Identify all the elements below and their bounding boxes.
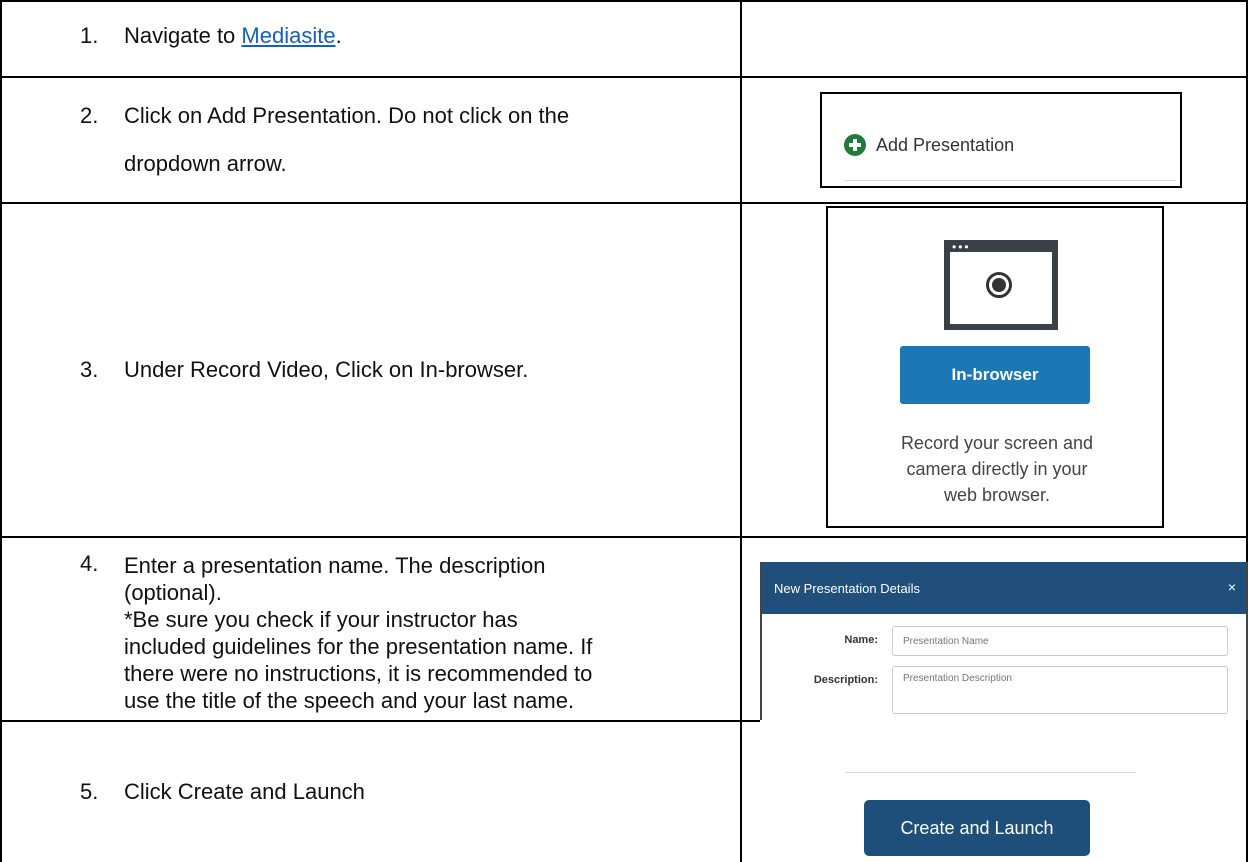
table-row-divider [0, 536, 1248, 538]
name-label: Name: [844, 634, 878, 646]
table-border-top [0, 0, 1248, 2]
close-icon[interactable]: × [1228, 579, 1236, 595]
in-browser-screenshot: ••• In-browser Record your screen and ca… [826, 206, 1164, 528]
in-browser-description: Record your screen and camera directly i… [848, 430, 1146, 508]
step-text: Enter a presentation name. The descripti… [124, 552, 724, 714]
description-line: camera directly in your [906, 459, 1088, 479]
step-text-line: *Be sure you check if your instructor ha… [124, 607, 518, 632]
step-number: 4. [80, 551, 99, 576]
step-text-line: Enter a presentation name. The descripti… [124, 553, 546, 578]
description-line: web browser. [943, 485, 1051, 505]
plus-circle-icon [844, 134, 866, 156]
dialog-title: New Presentation Details [774, 581, 920, 596]
step-text-line: use the title of the speech and your las… [124, 688, 575, 713]
step-text-line: there were no instructions, it is recomm… [124, 661, 593, 686]
step-text: Click Create and Launch [124, 779, 365, 804]
step-text: Under Record Video, Click on In-browser. [124, 357, 529, 382]
table-row-divider [0, 76, 1248, 78]
step-number: 2. [80, 103, 99, 128]
description-label: Description: [813, 674, 878, 686]
step-number: 3. [80, 357, 99, 382]
mediasite-link[interactable]: Mediasite [241, 23, 335, 48]
in-browser-button[interactable]: In-browser [900, 346, 1090, 404]
presentation-description-input[interactable] [892, 666, 1228, 714]
new-presentation-dialog-screenshot: New Presentation Details × Name: Descrip… [760, 562, 1248, 720]
step-number: 5. [80, 779, 99, 804]
presentation-name-input[interactable] [892, 626, 1228, 656]
create-and-launch-button[interactable]: Create and Launch [864, 800, 1090, 856]
create-and-launch-screenshot: Create and Launch [836, 746, 1136, 862]
add-presentation-screenshot: Add Presentation [820, 92, 1182, 188]
description-line: Record your screen and [900, 433, 1094, 453]
step-text: Click on Add Presentation. Do not click … [124, 103, 570, 128]
step-text-line: included guidelines for the presentation… [124, 634, 593, 659]
table-column-divider [740, 0, 742, 862]
divider [846, 772, 1136, 773]
window-dots-icon: ••• [952, 240, 971, 254]
table-row-divider [0, 202, 1248, 204]
table-row-divider [0, 720, 760, 722]
step-text: dropdown arrow. [124, 151, 287, 176]
add-presentation-label[interactable]: Add Presentation [876, 134, 1014, 156]
step-text-post: . [335, 23, 342, 48]
table-border-left [0, 0, 2, 862]
step-text-line: (optional). [124, 580, 222, 605]
record-dot-icon [992, 278, 1006, 292]
dialog-header: New Presentation Details × [762, 562, 1246, 614]
step-text-pre: Navigate to [124, 23, 242, 48]
step-number: 1. [80, 23, 99, 48]
step-text: Navigate to Mediasite. [124, 24, 724, 48]
divider [844, 180, 1176, 181]
